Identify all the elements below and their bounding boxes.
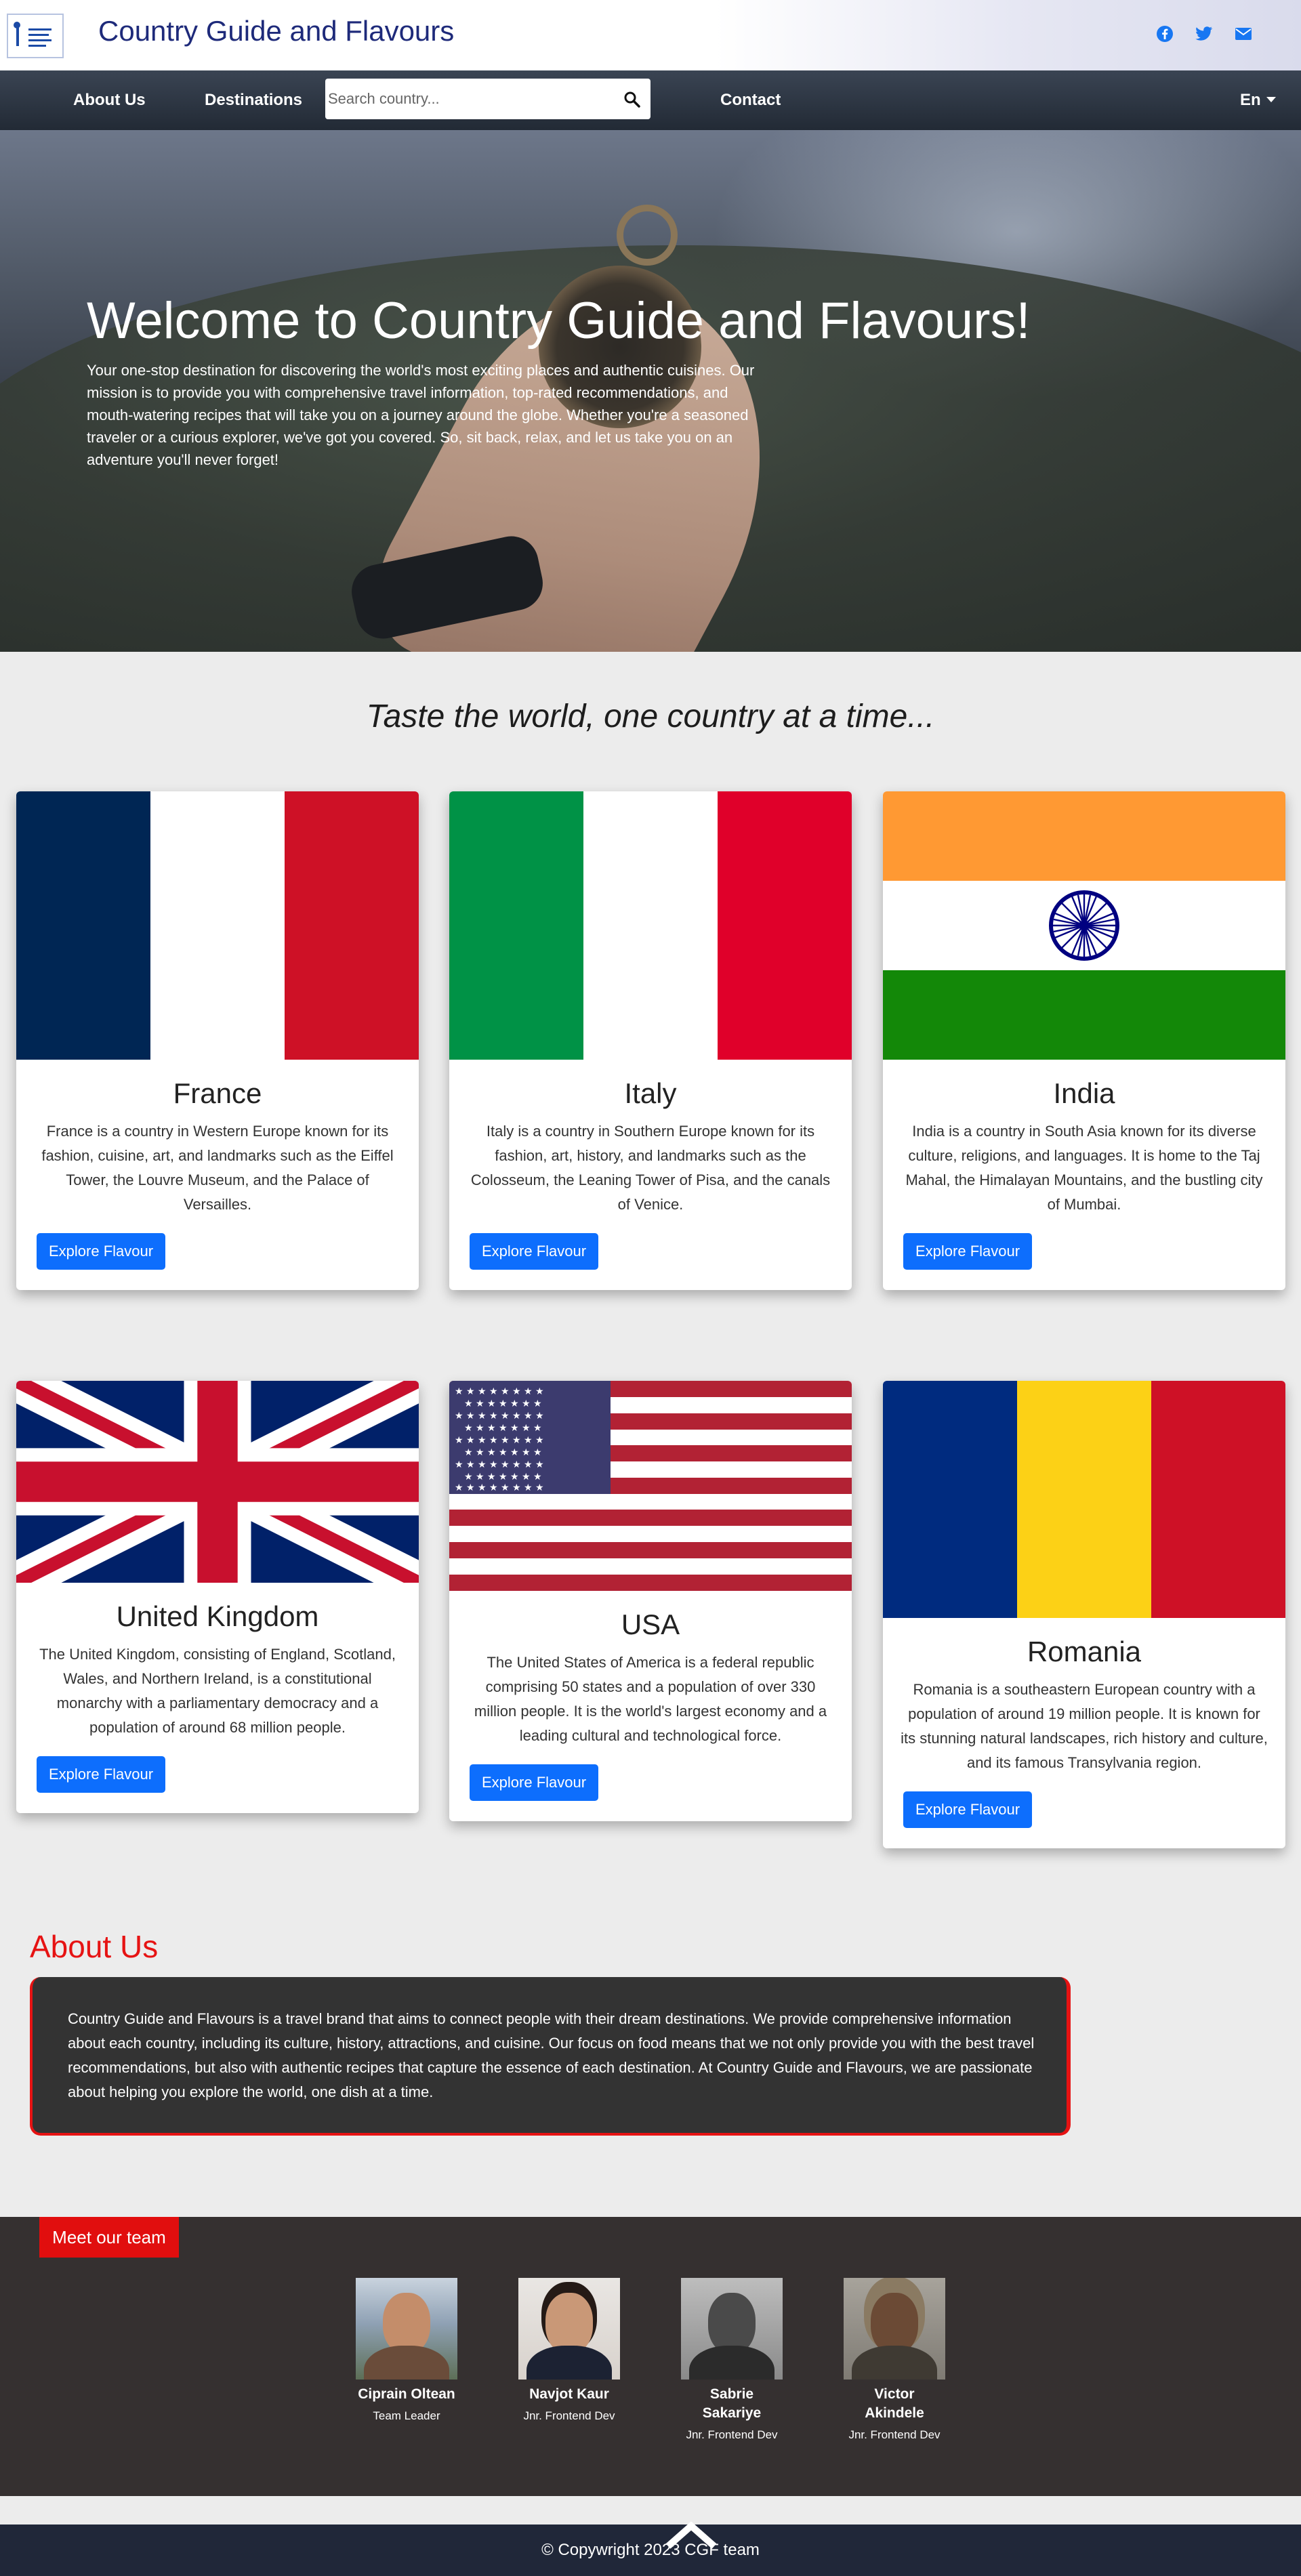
country-card-united-kingdom: United Kingdom The United Kingdom, consi… <box>16 1381 419 1813</box>
ashoka-chakra-icon <box>1049 890 1119 961</box>
team-member: Sabrie Sakariye Jnr. Frontend Dev <box>681 2278 783 2442</box>
member-role: Jnr. Frontend Dev <box>686 2428 778 2441</box>
country-card-usa: ★ ★ ★ ★ ★ ★ ★ ★ ★ ★ ★ ★ ★ ★ ★ ★ ★ ★ ★ ★ … <box>449 1381 852 1821</box>
card-text: France is a country in Western Europe kn… <box>41 1123 394 1213</box>
card-title: India <box>1053 1077 1115 1109</box>
about-heading: About Us <box>30 1929 159 1964</box>
card-title: USA <box>621 1608 680 1640</box>
nav-contact[interactable]: Contact <box>720 91 781 110</box>
india-flag-image <box>883 791 1285 1060</box>
avatar <box>844 2278 945 2380</box>
france-flag-image <box>16 791 419 1060</box>
site-header: Country Guide and Flavours <box>0 0 1301 70</box>
explore-flavour-button[interactable]: Explore Flavour <box>37 1756 166 1793</box>
team-member: Navjot Kaur Jnr. Frontend Dev <box>518 2278 620 2423</box>
usa-flag-image: ★ ★ ★ ★ ★ ★ ★ ★ ★ ★ ★ ★ ★ ★ ★ ★ ★ ★ ★ ★ … <box>449 1381 852 1591</box>
caret-down-icon <box>1266 97 1276 102</box>
card-text: Italy is a country in Southern Europe kn… <box>470 1123 831 1213</box>
member-role: Jnr. Frontend Dev <box>523 2409 615 2422</box>
search-icon[interactable] <box>623 91 641 108</box>
about-text: Country Guide and Flavours is a travel b… <box>68 2010 1035 2100</box>
avatar <box>681 2278 783 2380</box>
romania-flag-image <box>883 1381 1285 1618</box>
card-title: Italy <box>624 1077 677 1109</box>
copyright-text: © Copywright 2023 CGF team <box>541 2541 760 2559</box>
italy-flag-image <box>449 791 852 1060</box>
member-name: Ciprain Oltean <box>358 2386 455 2402</box>
explore-flavour-button[interactable]: Explore Flavour <box>470 1233 599 1270</box>
about-box: Country Guide and Flavours is a travel b… <box>30 1977 1071 2136</box>
explore-flavour-button[interactable]: Explore Flavour <box>903 1791 1033 1828</box>
explore-flavour-button[interactable]: Explore Flavour <box>37 1233 166 1270</box>
main-navbar: About Us Destinations Contact En <box>0 70 1301 130</box>
team-section: Meet our team Ciprain Oltean Team Leader… <box>0 2217 1301 2496</box>
member-role: Jnr. Frontend Dev <box>848 2428 941 2441</box>
svg-text:★ ★ ★ ★ ★ ★ ★ ★: ★ ★ ★ ★ ★ ★ ★ ★ <box>455 1386 544 1397</box>
team-member: Ciprain Oltean Team Leader <box>356 2278 457 2423</box>
card-text: Romania is a southeastern European count… <box>901 1681 1268 1771</box>
card-text: India is a country in South Asia known f… <box>905 1123 1263 1213</box>
site-footer: © Copywright 2023 CGF team <box>0 2525 1301 2576</box>
svg-text:★ ★ ★ ★ ★ ★ ★ ★: ★ ★ ★ ★ ★ ★ ★ ★ <box>455 1482 544 1493</box>
svg-text:★ ★ ★ ★ ★ ★ ★ ★: ★ ★ ★ ★ ★ ★ ★ ★ <box>455 1411 544 1421</box>
member-name: Navjot Kaur <box>529 2386 609 2402</box>
avatar <box>356 2278 457 2380</box>
nav-destinations[interactable]: Destinations <box>205 91 302 110</box>
search-input[interactable] <box>328 88 613 110</box>
brand-title[interactable]: Country Guide and Flavours <box>98 15 454 47</box>
svg-text:★ ★ ★ ★ ★ ★ ★ ★: ★ ★ ★ ★ ★ ★ ★ ★ <box>455 1435 544 1446</box>
card-title: United Kingdom <box>116 1600 319 1632</box>
svg-text:★ ★ ★ ★ ★ ★ ★: ★ ★ ★ ★ ★ ★ ★ <box>464 1423 542 1434</box>
avatar <box>518 2278 620 2380</box>
chevron-up-icon[interactable] <box>664 2519 718 2549</box>
card-text: The United States of America is a federa… <box>474 1654 827 1744</box>
hero-title: Welcome to Country Guide and Flavours! <box>87 292 1031 350</box>
language-dropdown[interactable]: En <box>1240 91 1276 110</box>
country-card-italy: Italy Italy is a country in Southern Eur… <box>449 791 852 1290</box>
hero-banner: Welcome to Country Guide and Flavours! Y… <box>0 130 1301 652</box>
country-card-france: France France is a country in Western Eu… <box>16 791 419 1290</box>
envelope-icon[interactable] <box>1233 24 1254 44</box>
cgf-logo-icon[interactable] <box>7 14 64 58</box>
uk-flag-image <box>16 1381 419 1583</box>
card-title: France <box>173 1077 262 1109</box>
hero-description: Your one-stop destination for discoverin… <box>87 362 755 468</box>
country-card-romania: Romania Romania is a southeastern Europe… <box>883 1381 1285 1848</box>
section-tagline: Taste the world, one country at a time..… <box>366 699 935 734</box>
member-name: Sabrie Sakariye <box>702 2386 762 2421</box>
svg-text:★ ★ ★ ★ ★ ★ ★: ★ ★ ★ ★ ★ ★ ★ <box>464 1398 542 1409</box>
facebook-icon[interactable] <box>1155 24 1175 44</box>
explore-flavour-button[interactable]: Explore Flavour <box>470 1764 599 1801</box>
card-title: Romania <box>1027 1636 1142 1667</box>
search-box <box>325 79 650 119</box>
member-name: Victor Akindele <box>865 2386 924 2421</box>
footer-spacer <box>0 2496 1301 2525</box>
country-card-india: India India is a country in South Asia k… <box>883 791 1285 1290</box>
explore-flavour-button[interactable]: Explore Flavour <box>903 1233 1033 1270</box>
twitter-icon[interactable] <box>1194 24 1214 44</box>
nav-about-us[interactable]: About Us <box>73 91 146 110</box>
language-label: En <box>1240 91 1261 109</box>
svg-text:★ ★ ★ ★ ★ ★ ★: ★ ★ ★ ★ ★ ★ ★ <box>464 1472 542 1482</box>
svg-text:★ ★ ★ ★ ★ ★ ★ ★: ★ ★ ★ ★ ★ ★ ★ ★ <box>455 1459 544 1470</box>
team-member: Victor Akindele Jnr. Frontend Dev <box>844 2278 945 2442</box>
card-text: The United Kingdom, consisting of Englan… <box>39 1646 396 1736</box>
member-role: Team Leader <box>373 2409 440 2422</box>
svg-text:★ ★ ★ ★ ★ ★ ★: ★ ★ ★ ★ ★ ★ ★ <box>464 1447 542 1458</box>
meet-our-team-badge: Meet our team <box>39 2217 179 2258</box>
